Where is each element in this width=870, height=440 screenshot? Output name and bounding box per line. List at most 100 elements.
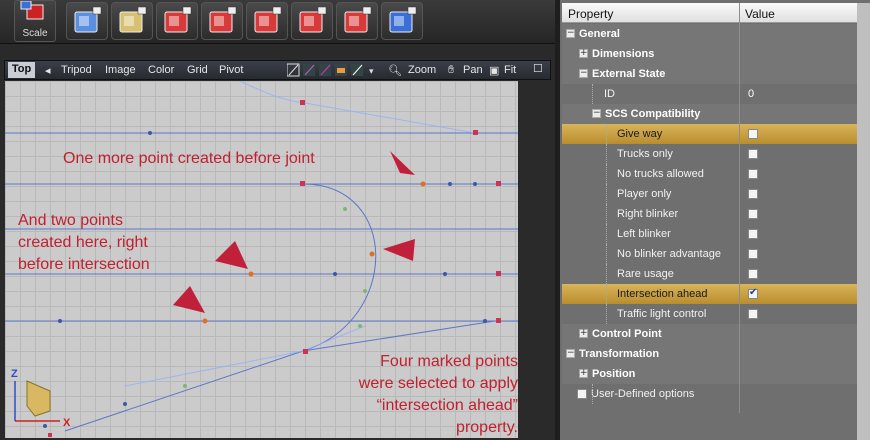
menu-grid[interactable]: Grid (187, 64, 208, 76)
property-row-traffic-light-control[interactable]: Traffic light control (562, 304, 857, 324)
property-checkbox[interactable] (748, 149, 758, 159)
property-row-give-way[interactable]: Give way (562, 124, 857, 144)
property-row-trucks-only[interactable]: Trucks only (562, 144, 857, 164)
fit-icon[interactable]: ▣ (489, 64, 499, 77)
scale-label: Scale (22, 28, 48, 39)
property-row-no-trucks-allowed[interactable]: No trucks allowed (562, 164, 857, 184)
collapse-icon[interactable]: − (579, 69, 588, 78)
collapse-icon[interactable]: − (566, 349, 575, 358)
tree-line (606, 144, 607, 164)
fit-button[interactable]: Fit (504, 64, 516, 76)
grid-icon (389, 6, 417, 33)
property-label: Traffic light control (617, 308, 707, 320)
column-divider[interactable] (739, 3, 740, 413)
property-row-scs-compatibility[interactable]: − SCS Compatibility (562, 104, 857, 124)
viewport-side-panel (518, 81, 551, 438)
collapse-icon[interactable]: − (592, 109, 601, 118)
block-icon (209, 6, 237, 33)
property-label: General (579, 28, 620, 40)
property-label: Player only (617, 188, 672, 200)
property-label: Intersection ahead (617, 288, 708, 300)
property-checkbox[interactable] (748, 287, 758, 299)
expand-icon[interactable]: + (579, 369, 588, 378)
property-row-id[interactable]: ID 0 (562, 84, 857, 104)
property-checkbox[interactable] (577, 389, 587, 399)
viewport-toolbar: Top ◂ Tripod Image Color Grid Pivot ▾ 🔍︎… (4, 60, 551, 80)
scale-button[interactable]: Scale (14, 0, 56, 42)
property-label: Give way (617, 128, 663, 140)
expand-icon[interactable]: + (579, 49, 588, 58)
expand-icon[interactable]: + (579, 329, 588, 338)
collapse-arrow-icon[interactable]: ◂ (45, 64, 51, 77)
menu-pivot[interactable]: Pivot (219, 64, 243, 76)
block-tool-button[interactable] (201, 2, 243, 40)
view-top-tab[interactable]: Top (8, 62, 35, 78)
curve-tool-button[interactable] (291, 2, 333, 40)
box-tool-button[interactable] (66, 2, 108, 40)
brush-tool-button[interactable] (111, 2, 153, 40)
diamond-icon (344, 6, 372, 33)
property-label: User-Defined options (591, 388, 695, 400)
property-row-intersection-ahead[interactable]: Intersection ahead (562, 284, 857, 304)
editor-panel: Scale Top ◂ Tripod Image Color Grid Pivo… (0, 0, 555, 440)
property-row-player-only[interactable]: Player only (562, 184, 857, 204)
property-row-transformation[interactable]: − Transformation (562, 344, 857, 364)
property-row-general[interactable]: − General (562, 24, 857, 44)
property-label: Rare usage (617, 268, 674, 280)
property-row-left-blinker[interactable]: Left blinker (562, 224, 857, 244)
zoom-button[interactable]: Zoom (408, 64, 436, 76)
box-icon (74, 6, 102, 33)
tree-line (606, 284, 607, 304)
property-row-dimensions[interactable]: + Dimensions (562, 44, 857, 64)
property-checkbox[interactable] (748, 189, 758, 199)
zoom-icon[interactable]: 🔍︎ (388, 64, 402, 77)
property-checkbox[interactable] (748, 309, 758, 319)
property-row-external-state[interactable]: − External State (562, 64, 857, 84)
property-checkbox[interactable] (748, 209, 758, 219)
property-row-no-blinker-advantage[interactable]: No blinker advantage (562, 244, 857, 264)
tree-line (606, 124, 607, 144)
annotation-two-points: And two points created here, right befor… (18, 212, 150, 273)
property-label: Transformation (579, 348, 660, 360)
pan-button[interactable]: Pan (463, 64, 483, 76)
property-label: No trucks allowed (617, 168, 704, 180)
tree-line (606, 204, 607, 224)
tree-line (606, 224, 607, 244)
curve-icon (299, 6, 327, 33)
arrow-tool-button[interactable] (156, 2, 198, 40)
property-checkbox[interactable] (748, 269, 758, 279)
annotation-four-points: Four marked points were selected to appl… (358, 353, 518, 436)
axis-tripod-icon (14, 380, 60, 422)
move-tool-button[interactable] (246, 2, 288, 40)
svg-text:▾: ▾ (369, 66, 374, 76)
property-label: SCS Compatibility (605, 108, 701, 120)
property-checkbox[interactable] (748, 129, 758, 139)
collapse-icon[interactable]: − (566, 29, 575, 38)
tree-line (606, 304, 607, 324)
property-row-position[interactable]: + Position (562, 364, 857, 384)
property-row-user-defined-options[interactable]: User-Defined options (562, 384, 857, 404)
property-checkbox[interactable] (748, 229, 758, 239)
property-checkbox[interactable] (748, 249, 758, 259)
menu-color[interactable]: Color (148, 64, 174, 76)
tree-line (592, 384, 593, 404)
tree-line (606, 264, 607, 284)
property-grid-scrollbar[interactable] (857, 3, 870, 440)
axis-x-label: X (63, 417, 71, 429)
property-checkbox[interactable] (748, 169, 758, 179)
menu-tripod[interactable]: Tripod (61, 64, 92, 76)
property-row-control-point[interactable]: + Control Point (562, 324, 857, 344)
menu-image[interactable]: Image (105, 64, 136, 76)
property-value[interactable]: 0 (748, 88, 754, 100)
draw-tools-icon[interactable]: ▾ (286, 63, 382, 80)
property-label: ID (604, 88, 615, 100)
pan-icon[interactable]: ✋︎ (448, 64, 454, 77)
property-row-right-blinker[interactable]: Right blinker (562, 204, 857, 224)
move-icon (254, 6, 282, 33)
tree-line (606, 164, 607, 184)
diamond-tool-button[interactable] (336, 2, 378, 40)
grid-tool-button[interactable] (381, 2, 423, 40)
top-viewport[interactable]: One more point created before joint And … (5, 81, 518, 438)
maximize-icon[interactable]: ☐ (533, 62, 543, 75)
property-row-rare-usage[interactable]: Rare usage (562, 264, 857, 284)
